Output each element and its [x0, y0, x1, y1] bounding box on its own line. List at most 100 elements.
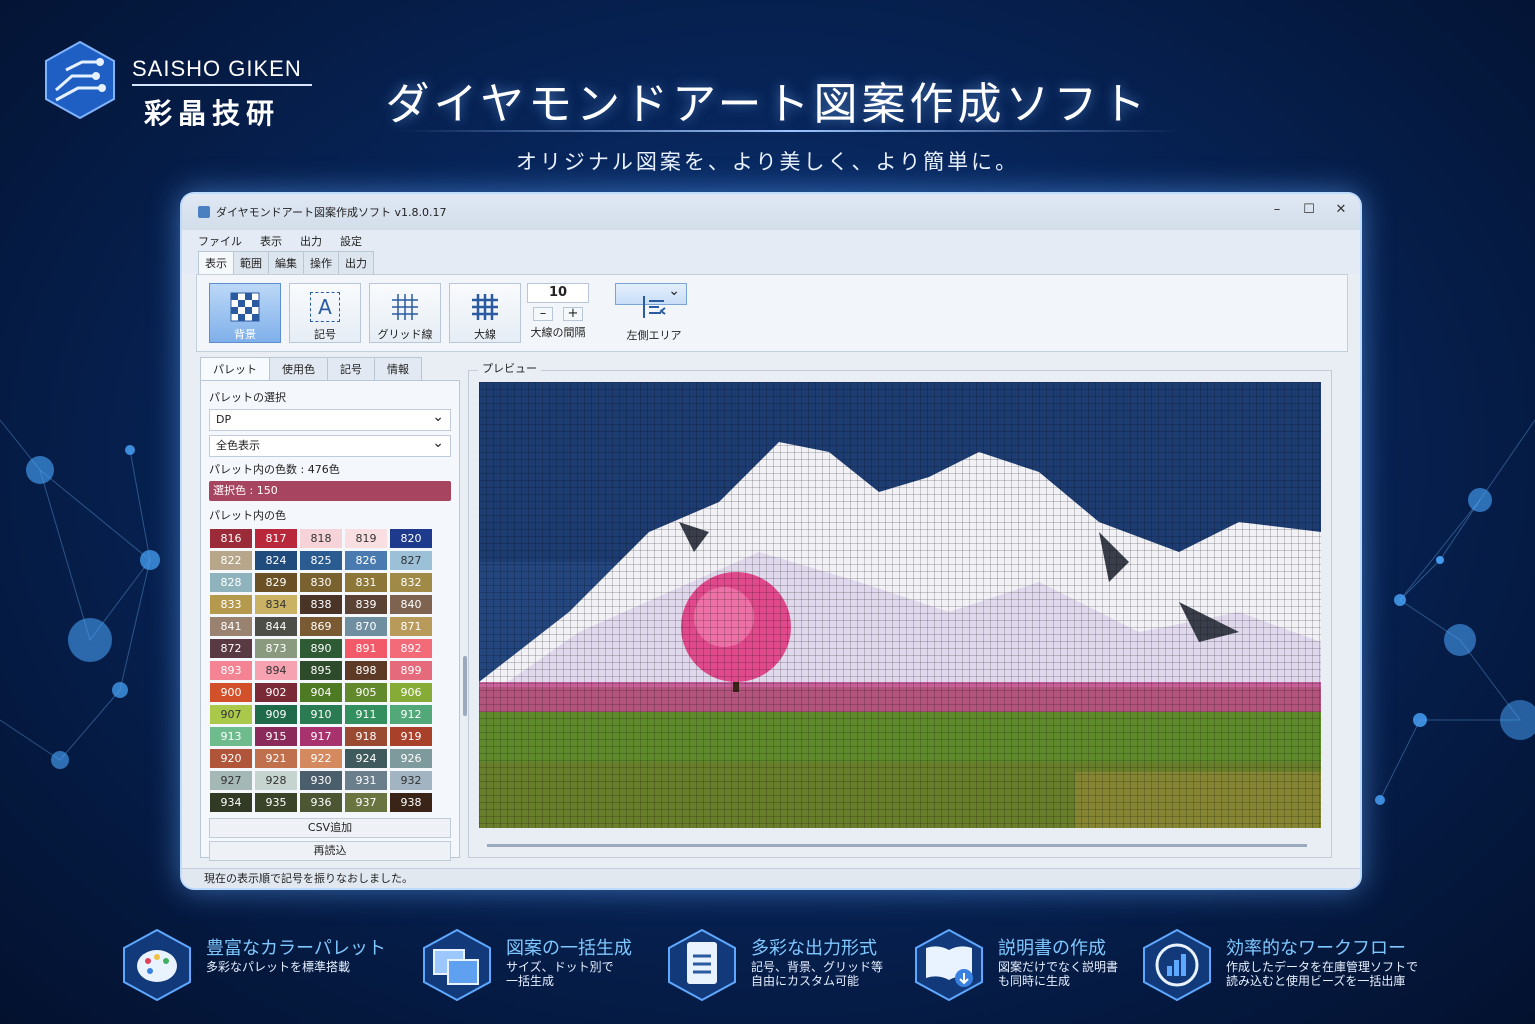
tab-range[interactable]: 範囲 — [233, 251, 269, 274]
interval-value[interactable]: 10 — [527, 283, 589, 303]
color-swatch[interactable]: 909 — [255, 705, 297, 724]
tab-view[interactable]: 表示 — [198, 251, 234, 274]
palette-dropdown[interactable]: DP — [209, 407, 451, 431]
tab-symbols[interactable]: 記号 — [327, 357, 375, 380]
color-swatch[interactable]: 834 — [255, 595, 297, 614]
color-swatch[interactable]: 816 — [210, 529, 252, 548]
color-swatch[interactable]: 917 — [300, 727, 342, 746]
color-swatch[interactable]: 891 — [345, 639, 387, 658]
color-swatch[interactable]: 902 — [255, 683, 297, 702]
color-swatch[interactable]: 817 — [255, 529, 297, 548]
color-swatch[interactable]: 870 — [345, 617, 387, 636]
color-swatch[interactable]: 873 — [255, 639, 297, 658]
color-swatch[interactable]: 840 — [390, 595, 432, 614]
tab-operation[interactable]: 操作 — [303, 251, 339, 274]
color-swatch[interactable]: 826 — [345, 551, 387, 570]
color-swatch[interactable]: 831 — [345, 573, 387, 592]
color-swatch[interactable]: 822 — [210, 551, 252, 570]
color-swatch[interactable]: 913 — [210, 727, 252, 746]
color-swatch[interactable]: 906 — [390, 683, 432, 702]
color-swatch[interactable]: 893 — [210, 661, 252, 680]
color-swatch[interactable]: 919 — [390, 727, 432, 746]
left-area-button[interactable]: 左側エリア — [615, 281, 687, 342]
preview-canvas[interactable] — [479, 382, 1321, 828]
color-swatch[interactable]: 830 — [300, 573, 342, 592]
interval-plus-button[interactable]: + — [563, 307, 583, 321]
color-swatch[interactable]: 931 — [345, 771, 387, 790]
color-swatch[interactable]: 936 — [300, 793, 342, 812]
color-swatch[interactable]: 921 — [255, 749, 297, 768]
color-swatch[interactable]: 838 — [300, 595, 342, 614]
reload-button[interactable]: 再読込 — [209, 841, 451, 861]
color-swatch[interactable]: 937 — [345, 793, 387, 812]
csv-add-button[interactable]: CSV追加 — [209, 818, 451, 838]
menu-view[interactable]: 表示 — [260, 233, 282, 249]
maximize-button[interactable]: ☐ — [1300, 202, 1318, 217]
thick-line-button[interactable]: 大線 — [449, 283, 521, 343]
color-swatch[interactable]: 905 — [345, 683, 387, 702]
tab-edit[interactable]: 編集 — [268, 251, 304, 274]
preview-hscrollbar[interactable] — [487, 844, 1307, 847]
color-swatch[interactable]: 904 — [300, 683, 342, 702]
color-swatch[interactable]: 920 — [210, 749, 252, 768]
tab-info[interactable]: 情報 — [374, 357, 422, 380]
color-swatch[interactable]: 912 — [390, 705, 432, 724]
color-swatch[interactable]: 824 — [255, 551, 297, 570]
tab-output[interactable]: 出力 — [338, 251, 374, 274]
color-swatch[interactable]: 818 — [300, 529, 342, 548]
color-swatch[interactable]: 922 — [300, 749, 342, 768]
color-swatch[interactable]: 910 — [300, 705, 342, 724]
palette-scrollbar[interactable] — [463, 656, 467, 716]
tab-palette[interactable]: パレット — [200, 357, 270, 380]
grid-line-button[interactable]: グリッド線 — [369, 283, 441, 343]
color-swatch[interactable]: 907 — [210, 705, 252, 724]
color-swatch[interactable]: 827 — [390, 551, 432, 570]
tab-used-colors[interactable]: 使用色 — [269, 357, 328, 380]
color-swatch[interactable]: 829 — [255, 573, 297, 592]
feature-desc: 作成したデータを在庫管理ソフトで 読み込むと使用ビーズを一括出庫 — [1226, 960, 1419, 988]
symbol-button[interactable]: A 記号 — [289, 283, 361, 343]
color-swatch[interactable]: 833 — [210, 595, 252, 614]
color-swatch[interactable]: 938 — [390, 793, 432, 812]
color-swatch[interactable]: 934 — [210, 793, 252, 812]
color-swatch[interactable]: 928 — [255, 771, 297, 790]
color-swatch[interactable]: 841 — [210, 617, 252, 636]
color-swatch[interactable]: 918 — [345, 727, 387, 746]
color-swatch[interactable]: 935 — [255, 793, 297, 812]
color-swatch[interactable]: 828 — [210, 573, 252, 592]
menu-file[interactable]: ファイル — [198, 233, 242, 249]
background-button[interactable]: 背景 — [209, 283, 281, 343]
menu-settings[interactable]: 設定 — [340, 233, 362, 249]
color-swatch[interactable]: 932 — [390, 771, 432, 790]
color-swatch[interactable]: 930 — [300, 771, 342, 790]
color-swatch[interactable]: 899 — [390, 661, 432, 680]
color-swatch[interactable]: 892 — [390, 639, 432, 658]
color-swatch[interactable]: 872 — [210, 639, 252, 658]
color-swatch[interactable]: 820 — [390, 529, 432, 548]
interval-minus-button[interactable]: – — [533, 307, 553, 321]
color-swatch[interactable]: 900 — [210, 683, 252, 702]
color-swatch[interactable]: 911 — [345, 705, 387, 724]
minimize-button[interactable]: – — [1268, 202, 1286, 217]
color-swatch[interactable]: 915 — [255, 727, 297, 746]
swatch-grid: 816 817 818 819 820 822 824 825 826 827 828 829 830 8… — [210, 529, 451, 812]
document-icon — [668, 928, 736, 1002]
color-swatch[interactable]: 844 — [255, 617, 297, 636]
color-swatch[interactable]: 898 — [345, 661, 387, 680]
color-swatch[interactable]: 895 — [300, 661, 342, 680]
color-swatch[interactable]: 819 — [345, 529, 387, 548]
color-swatch[interactable]: 871 — [390, 617, 432, 636]
color-swatch[interactable]: 924 — [345, 749, 387, 768]
color-swatch[interactable]: 927 — [210, 771, 252, 790]
color-swatch[interactable]: 890 — [300, 639, 342, 658]
color-swatch[interactable]: 825 — [300, 551, 342, 570]
color-swatch[interactable]: 894 — [255, 661, 297, 680]
filter-dropdown[interactable]: 全色表示 — [209, 433, 451, 457]
thick-line-label: 大線 — [474, 328, 496, 341]
color-swatch[interactable]: 926 — [390, 749, 432, 768]
color-swatch[interactable]: 832 — [390, 573, 432, 592]
color-swatch[interactable]: 839 — [345, 595, 387, 614]
color-swatch[interactable]: 869 — [300, 617, 342, 636]
menu-output[interactable]: 出力 — [300, 233, 322, 249]
close-button[interactable]: ✕ — [1332, 202, 1350, 217]
